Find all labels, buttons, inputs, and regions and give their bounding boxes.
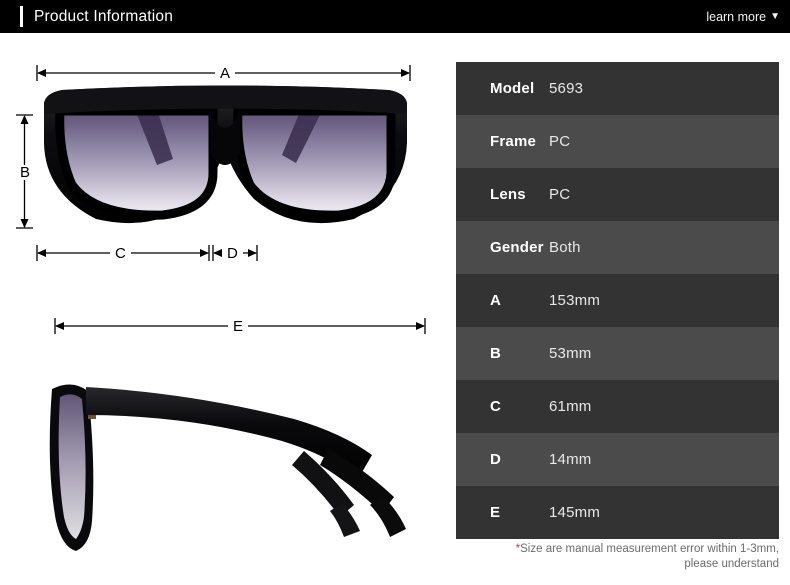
spec-key: D <box>490 451 502 468</box>
spec-key: B <box>490 345 502 362</box>
table-row: Frame PC <box>456 115 779 168</box>
spec-key: Model <box>490 80 535 97</box>
spec-value: 53mm <box>549 345 592 362</box>
spec-key: Gender <box>490 239 544 256</box>
measurement-note: *Size are manual measurement error withi… <box>456 542 779 572</box>
header-accent-bar <box>20 6 23 27</box>
note-line-1: Size are manual measurement error within… <box>520 543 779 555</box>
table-row: E 145mm <box>456 486 779 539</box>
spec-value: 145mm <box>549 504 601 521</box>
page-title: Product Information <box>34 7 174 25</box>
table-row: C 61mm <box>456 380 779 433</box>
spec-key: C <box>490 398 502 415</box>
spec-value: PC <box>549 186 571 203</box>
learn-more-label: learn more <box>706 9 767 24</box>
spec-key: Frame <box>490 133 537 150</box>
sunglasses-front-view <box>44 85 407 224</box>
spec-key: Lens <box>490 186 526 203</box>
spec-value: 153mm <box>549 292 601 309</box>
spec-value: 14mm <box>549 451 592 468</box>
table-row: Gender Both <box>456 221 779 274</box>
note-line-2: please understand <box>684 558 779 570</box>
dimension-label-d: D <box>222 246 243 261</box>
chevron-down-icon: ▼ <box>770 10 780 22</box>
spec-value: 5693 <box>549 80 584 97</box>
table-row: D 14mm <box>456 433 779 486</box>
illustration-panel: A B C D E <box>0 33 455 585</box>
table-row: B 53mm <box>456 327 779 380</box>
spec-key: A <box>490 292 502 309</box>
spec-key: E <box>490 504 501 521</box>
table-row: Model 5693 <box>456 62 779 115</box>
header-bar: Product Information learn more ▼ <box>0 0 790 33</box>
table-row: Lens PC <box>456 168 779 221</box>
spec-value: Both <box>549 239 581 256</box>
learn-more-button[interactable]: learn more ▼ <box>706 10 780 24</box>
table-row: A 153mm <box>456 274 779 327</box>
dimension-label-e: E <box>228 319 249 334</box>
dimension-label-c: C <box>110 246 131 261</box>
dimension-label-a: A <box>215 66 236 81</box>
spec-value: PC <box>549 133 571 150</box>
spec-table: Model 5693 Frame PC Lens PC Gender Both … <box>456 62 779 539</box>
dimension-label-b: B <box>15 165 36 180</box>
spec-value: 61mm <box>549 398 592 415</box>
sunglasses-side-view <box>49 384 406 551</box>
